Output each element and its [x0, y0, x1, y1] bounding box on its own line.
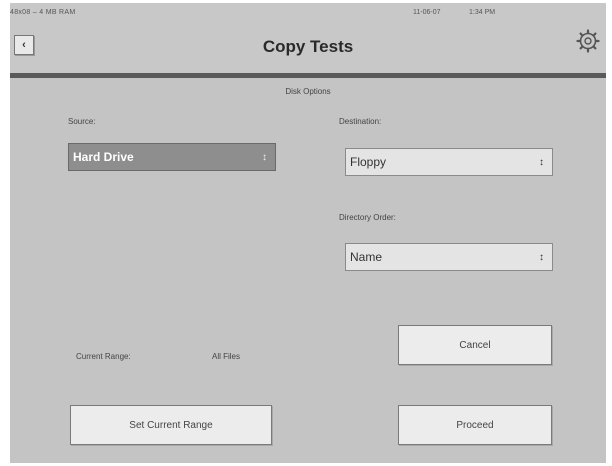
dropdown-arrow-icon: ↕ — [262, 151, 267, 163]
current-range-label: Current Range: — [76, 352, 131, 361]
page-title: Copy Tests — [262, 37, 354, 56]
source-label: Source: — [68, 117, 96, 126]
status-date: 11-06-07 — [413, 9, 441, 16]
header-bar: 48x08 – 4 MB RAM 11-06-07 1:34 PM ‹ Copy… — [10, 3, 606, 73]
status-time: 1:34 PM — [469, 9, 496, 16]
header-divider — [10, 73, 606, 78]
status-memory: 48x08 – 4 MB RAM — [10, 9, 76, 16]
cancel-button[interactable]: Cancel — [398, 325, 552, 365]
destination-label: Destination: — [339, 117, 382, 126]
destination-dropdown[interactable]: Floppy ↕ — [345, 148, 553, 176]
directory-order-dropdown[interactable]: Name ↕ — [345, 243, 553, 271]
proceed-button[interactable]: Proceed — [398, 405, 552, 445]
section-title: Disk Options — [285, 87, 331, 96]
destination-value: Floppy — [350, 155, 387, 169]
directory-order-label: Directory Order: — [339, 213, 396, 222]
dropdown-arrow-icon: ↕ — [539, 156, 544, 168]
source-dropdown[interactable]: Hard Drive ↕ — [68, 143, 276, 171]
source-value: Hard Drive — [73, 150, 134, 164]
current-range-value: All Files — [212, 352, 241, 361]
screen: 48x08 – 4 MB RAM 11-06-07 1:34 PM ‹ Copy… — [10, 3, 606, 463]
dropdown-arrow-icon: ↕ — [539, 251, 544, 263]
set-current-range-button[interactable]: Set Current Range — [70, 405, 272, 445]
directory-order-value: Name — [350, 250, 383, 264]
gear-icon[interactable] — [576, 29, 600, 53]
